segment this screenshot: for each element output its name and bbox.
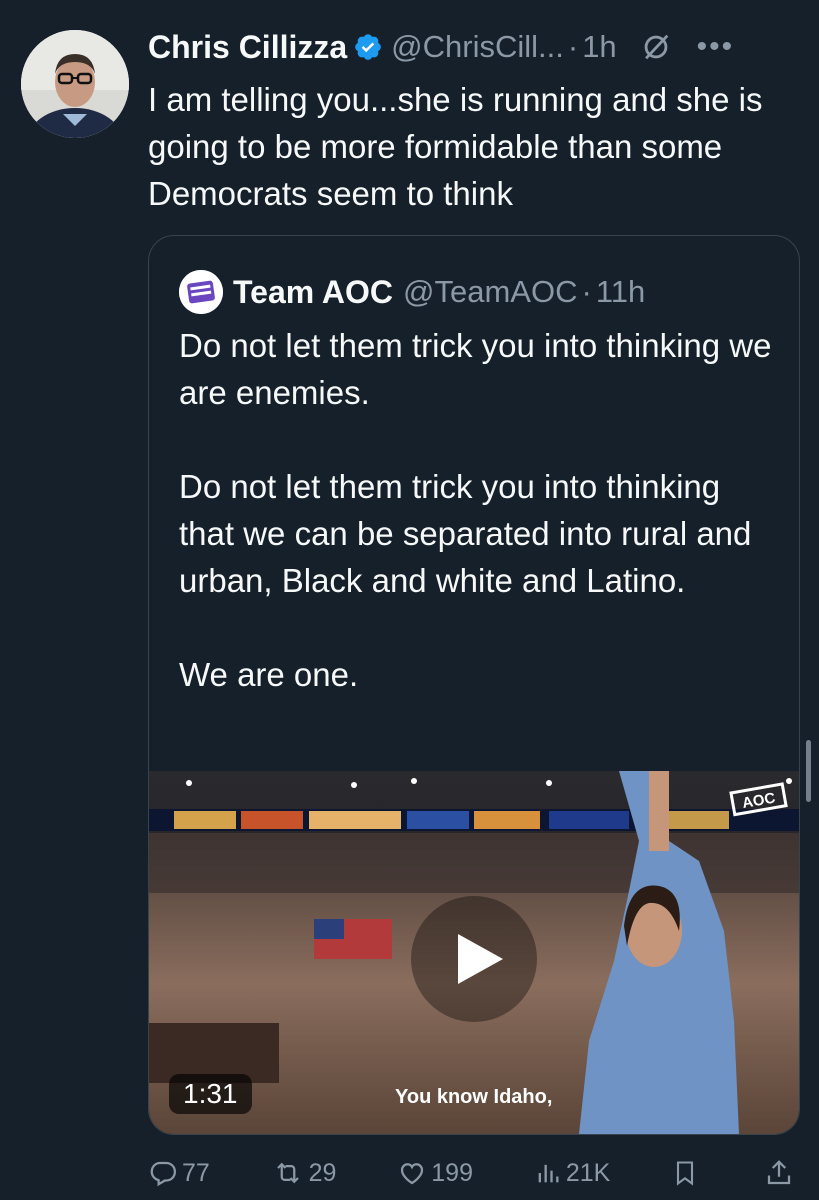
views-chart-icon — [538, 1164, 559, 1183]
bookmark-icon — [677, 1161, 694, 1186]
separator-dot: · — [567, 29, 579, 64]
grok-icon[interactable] — [639, 30, 673, 64]
repost-icon — [276, 1162, 299, 1184]
view-count: 21K — [565, 1158, 611, 1187]
author-handle[interactable]: @ChrisCill... — [391, 29, 564, 65]
quoted-time[interactable]: 11h — [596, 274, 645, 310]
tweet-header: Chris Cillizza @ChrisCill... · 1h ••• — [148, 26, 809, 68]
tweet-text: I am telling you...she is running and sh… — [148, 81, 763, 212]
play-button-icon[interactable] — [411, 896, 537, 1022]
reply-button[interactable]: 77 — [148, 1158, 210, 1188]
author-name[interactable]: Chris Cillizza — [148, 29, 347, 66]
heart-icon — [401, 1163, 424, 1185]
quoted-avatar[interactable] — [179, 270, 223, 314]
bookmark-button[interactable] — [671, 1158, 703, 1188]
quoted-author-name[interactable]: Team AOC — [233, 274, 393, 311]
repost-count: 29 — [308, 1158, 337, 1187]
video-caption: You know Idaho, — [395, 1086, 553, 1108]
quoted-author-handle[interactable]: @TeamAOC — [403, 274, 577, 310]
video-player[interactable]: AOC 1:31 You know Idaho, — [149, 771, 799, 1134]
like-count: 199 — [431, 1158, 473, 1187]
video-duration: 1:31 — [169, 1074, 252, 1114]
quoted-tweet-text: Do not let them trick you into thinking … — [179, 327, 772, 693]
like-button[interactable]: 199 — [397, 1158, 473, 1188]
share-button[interactable] — [764, 1158, 798, 1188]
author-avatar[interactable] — [21, 30, 129, 138]
views-button[interactable]: 21K — [534, 1159, 610, 1188]
tweet-time[interactable]: 1h — [582, 29, 616, 65]
verified-badge-icon — [355, 34, 381, 60]
quoted-tweet[interactable]: Team AOC @TeamAOC · 11h Do not let them … — [148, 235, 800, 1135]
reply-count: 77 — [182, 1158, 210, 1187]
quoted-tweet-header: Team AOC @TeamAOC · 11h — [179, 270, 645, 314]
share-icon — [767, 1160, 791, 1185]
action-bar: 77 29 199 21K — [148, 1150, 798, 1196]
avatar-photo — [21, 30, 129, 138]
repost-button[interactable]: 29 — [271, 1158, 337, 1188]
scrollbar-thumb[interactable] — [806, 740, 811, 802]
reply-icon — [150, 1161, 177, 1187]
team-aoc-logo-icon — [179, 270, 223, 314]
more-options-icon[interactable]: ••• — [697, 30, 735, 64]
separator-dot: · — [581, 274, 592, 309]
